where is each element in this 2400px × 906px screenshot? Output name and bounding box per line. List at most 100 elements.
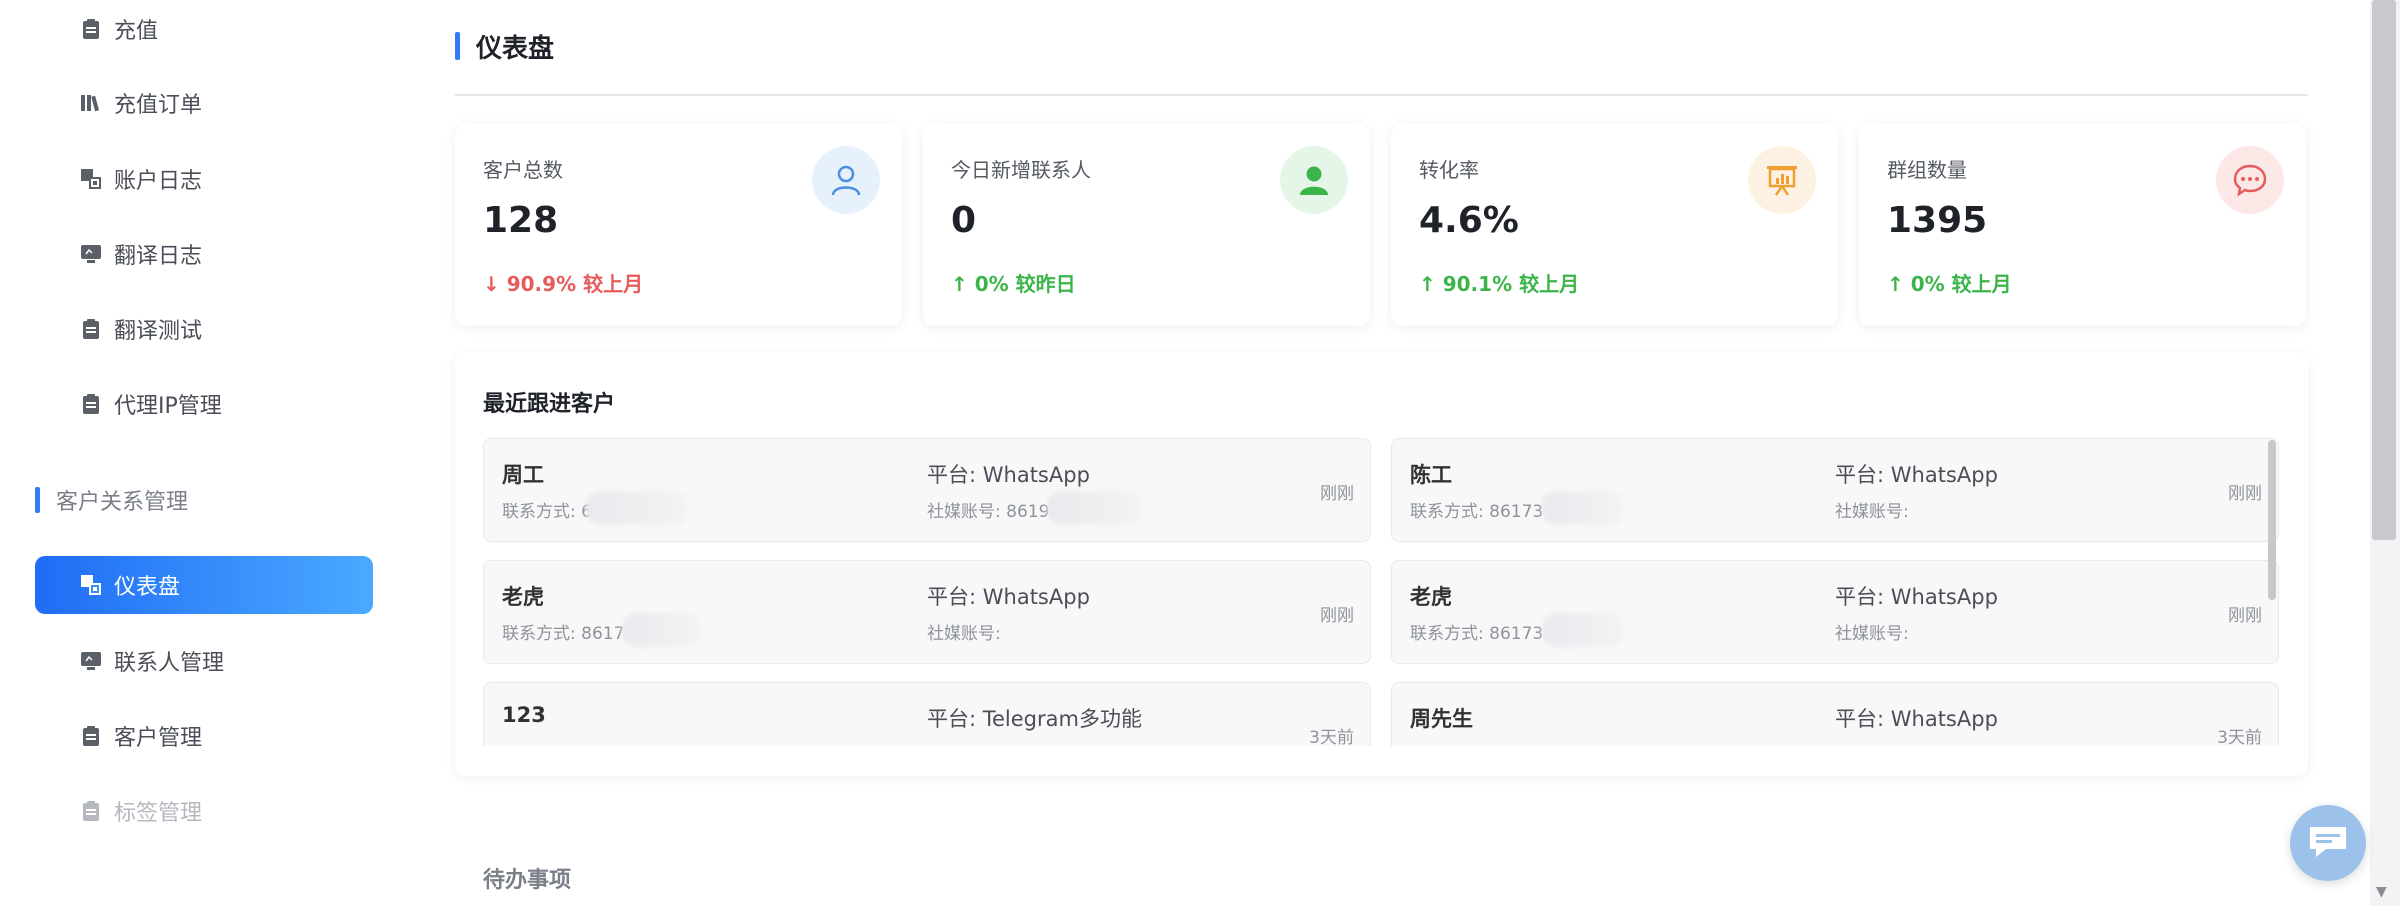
stat-label: 今日新增联系人 xyxy=(951,158,1091,182)
sidebar-item-account-log[interactable]: 账户日志 xyxy=(35,150,373,208)
customer-card[interactable]: 123 平台: Telegram多功能 3天前 xyxy=(483,682,1371,746)
redacted-blur xyxy=(1542,491,1624,525)
recent-customers-list[interactable]: 周工 联系方式: 6 平台: WhatsApp 社媒账号: 8619 刚刚 陈工… xyxy=(483,438,2283,746)
customer-platform: 平台: WhatsApp xyxy=(1835,707,1998,731)
sidebar-item-label: 充值订单 xyxy=(114,93,203,118)
monitor-icon xyxy=(80,650,102,672)
stat-trend: ↑ 0% 较上月 xyxy=(1887,272,2012,296)
sidebar-item-proxy-ip[interactable]: 代理IP管理 xyxy=(35,375,373,433)
customer-time: 刚刚 xyxy=(1320,606,1354,626)
title-accent-bar xyxy=(455,32,460,60)
customer-card[interactable]: 陈工 联系方式: 86173 平台: WhatsApp 社媒账号: 刚刚 xyxy=(1391,438,2279,542)
user-filled-icon xyxy=(1280,146,1348,214)
todo-title: 待办事项 xyxy=(483,868,572,893)
customer-platform: 平台: WhatsApp xyxy=(1835,463,1998,487)
stat-label: 群组数量 xyxy=(1887,158,1967,182)
customer-name: 陈工 xyxy=(1410,463,1452,487)
page-title: 仪表盘 xyxy=(455,28,554,64)
sidebar-item-customers[interactable]: 客户管理 xyxy=(35,707,373,765)
customer-name: 123 xyxy=(502,703,546,727)
sidebar-item-label: 代理IP管理 xyxy=(114,394,222,419)
customer-card[interactable]: 老虎 联系方式: 8617 平台: WhatsApp 社媒账号: 刚刚 xyxy=(483,560,1371,664)
customer-name: 老虎 xyxy=(502,585,544,609)
sidebar-item-label: 标签管理 xyxy=(114,801,203,826)
sidebar-group-crm[interactable]: 客户关系管理 xyxy=(35,480,188,520)
sidebar-item-recharge[interactable]: 充值 xyxy=(35,0,373,58)
sidebar-item-label: 充值 xyxy=(114,19,159,44)
page-scrollbar-thumb[interactable] xyxy=(2372,0,2396,540)
scroll-down-arrow-icon[interactable]: ▼ xyxy=(2376,884,2387,900)
sidebar-item-recharge-orders[interactable]: 充值订单 xyxy=(35,74,373,132)
presentation-icon xyxy=(1748,146,1816,214)
stat-card-group-count[interactable]: 群组数量 1395 ↑ 0% 较上月 xyxy=(1859,124,2306,326)
sidebar-item-dashboard[interactable]: 仪表盘 xyxy=(35,556,373,614)
dashboard-icon xyxy=(80,574,102,596)
redacted-blur xyxy=(1047,491,1142,525)
books-icon xyxy=(80,92,102,114)
stat-trend: ↑ 90.1% 较上月 xyxy=(1419,272,1580,296)
sidebar-item-contacts[interactable]: 联系人管理 xyxy=(35,632,373,690)
sidebar-item-label: 账户日志 xyxy=(114,169,203,194)
sidebar: 充值 充值订单 账户日志 翻译日志 翻译测试 代理IP管理 客户关系管理 仪表盘… xyxy=(0,0,394,906)
stat-trend: ↓ 90.9% 较上月 xyxy=(483,272,644,296)
list-scrollbar[interactable] xyxy=(2268,440,2276,600)
clipboard-icon xyxy=(80,725,102,747)
customer-platform: 平台: Telegram多功能 xyxy=(927,707,1142,731)
sidebar-group-label: 客户关系管理 xyxy=(56,490,189,515)
divider xyxy=(455,94,2308,96)
customer-time: 3天前 xyxy=(1309,728,1354,746)
sidebar-item-label: 客户管理 xyxy=(114,726,203,751)
stat-card-new-contacts[interactable]: 今日新增联系人 0 ↑ 0% 较昨日 xyxy=(923,124,1370,326)
customer-platform: 平台: WhatsApp xyxy=(1835,585,1998,609)
sidebar-item-translation-test[interactable]: 翻译测试 xyxy=(35,300,373,358)
group-accent-bar xyxy=(35,487,40,513)
clipboard-icon xyxy=(80,800,102,822)
customer-social: 社媒账号: xyxy=(1835,502,1909,522)
monitor-icon xyxy=(80,243,102,265)
stat-card-total-customers[interactable]: 客户总数 128 ↓ 90.9% 较上月 xyxy=(455,124,902,326)
customer-name: 周工 xyxy=(502,463,544,487)
clipboard-icon xyxy=(80,18,102,40)
stat-trend: ↑ 0% 较昨日 xyxy=(951,272,1076,296)
customer-contact: 联系方式: 86173 xyxy=(1410,624,1544,644)
customer-contact: 联系方式: 6 xyxy=(502,502,592,522)
customer-card[interactable]: 老虎 联系方式: 86173 平台: WhatsApp 社媒账号: 刚刚 xyxy=(1391,560,2279,664)
chat-bubble-icon xyxy=(2216,146,2284,214)
sidebar-item-tags[interactable]: 标签管理 xyxy=(35,782,373,840)
stat-label: 转化率 xyxy=(1419,158,1479,182)
customer-time: 3天前 xyxy=(2217,728,2262,746)
redacted-blur xyxy=(586,491,688,525)
stat-value: 4.6% xyxy=(1419,200,1519,241)
redacted-blur xyxy=(622,613,700,647)
sidebar-item-label: 翻译测试 xyxy=(114,319,203,344)
clipboard-icon xyxy=(80,393,102,415)
user-outline-icon xyxy=(812,146,880,214)
recent-customers-panel: 最近跟进客户 周工 联系方式: 6 平台: WhatsApp 社媒账号: 861… xyxy=(455,352,2308,776)
customer-card[interactable]: 周工 联系方式: 6 平台: WhatsApp 社媒账号: 8619 刚刚 xyxy=(483,438,1371,542)
customer-time: 刚刚 xyxy=(1320,484,1354,504)
customer-platform: 平台: WhatsApp xyxy=(927,585,1090,609)
customer-contact: 联系方式: 8617 xyxy=(502,624,625,644)
stat-card-conversion-rate[interactable]: 转化率 4.6% ↑ 90.1% 较上月 xyxy=(1391,124,1838,326)
page-title-text: 仪表盘 xyxy=(476,33,555,64)
customer-contact: 联系方式: 86173 xyxy=(1410,502,1544,522)
chat-support-button[interactable] xyxy=(2290,805,2366,881)
customer-name: 周先生 xyxy=(1410,707,1473,731)
customer-social: 社媒账号: 8619 xyxy=(927,502,1050,522)
chat-icon xyxy=(2306,821,2350,865)
stat-value: 128 xyxy=(483,200,559,241)
sidebar-item-label: 联系人管理 xyxy=(114,651,225,676)
recent-customers-title: 最近跟进客户 xyxy=(483,392,616,417)
log-icon xyxy=(80,168,102,190)
customer-social: 社媒账号: xyxy=(1835,624,1909,644)
customer-time: 刚刚 xyxy=(2228,484,2262,504)
sidebar-item-translation-log[interactable]: 翻译日志 xyxy=(35,225,373,283)
customer-time: 刚刚 xyxy=(2228,606,2262,626)
customer-card[interactable]: 周先生 平台: WhatsApp 3天前 xyxy=(1391,682,2279,746)
sidebar-item-label: 翻译日志 xyxy=(114,244,203,269)
stat-value: 0 xyxy=(951,200,977,241)
clipboard-icon xyxy=(80,318,102,340)
sidebar-item-label: 仪表盘 xyxy=(114,575,181,600)
customer-platform: 平台: WhatsApp xyxy=(927,463,1090,487)
customer-social: 社媒账号: xyxy=(927,624,1001,644)
